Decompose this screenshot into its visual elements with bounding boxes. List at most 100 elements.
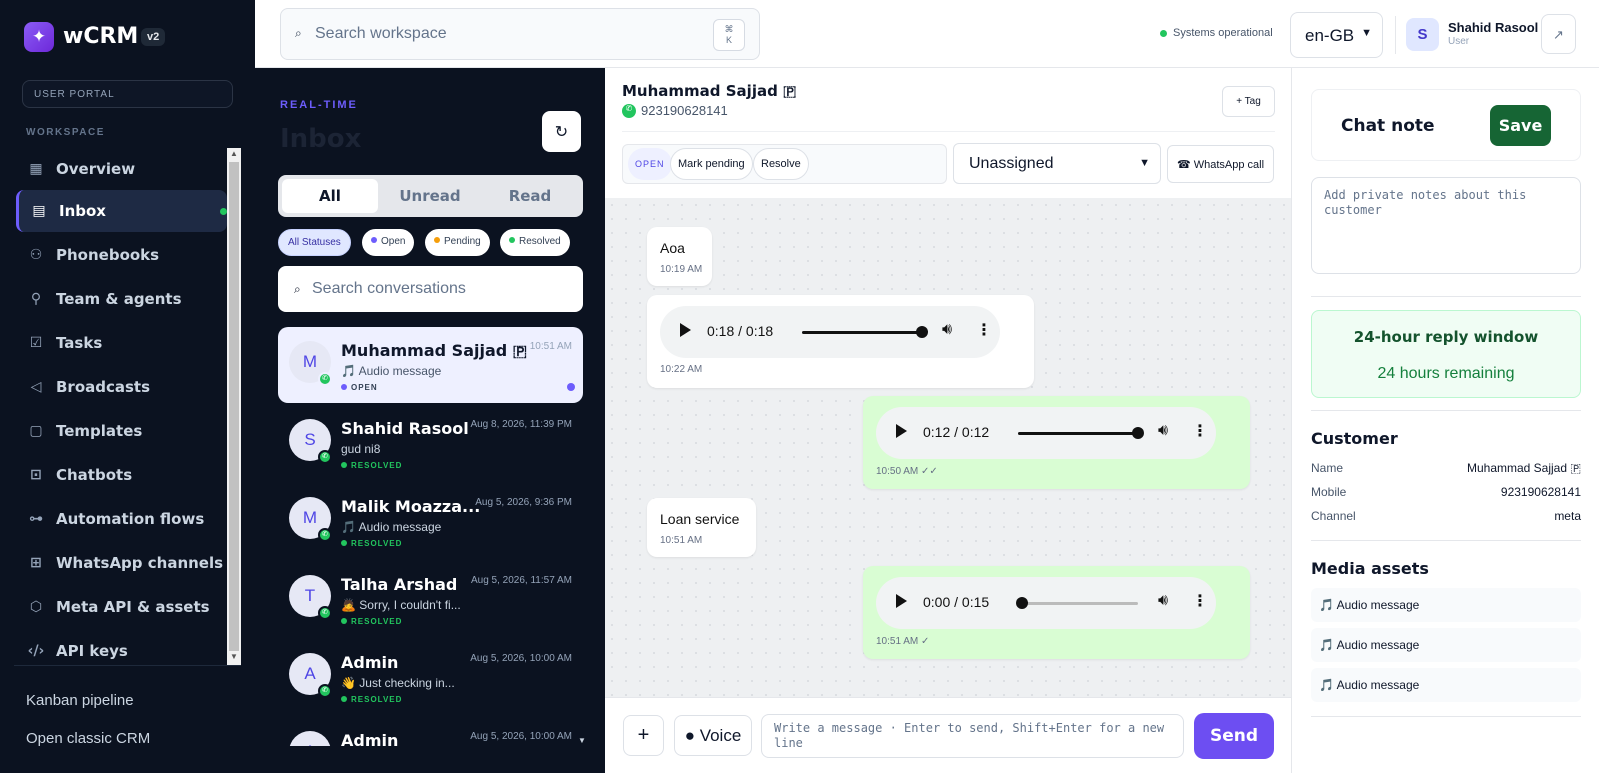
audio-player[interactable]: 0:18 / 0:18 🔊︎ ⋮ (660, 306, 1000, 358)
audio-progress-knob[interactable] (916, 326, 928, 338)
conversation-item[interactable]: A Admin Aug 5, 2026, 10:00 AM (278, 717, 583, 746)
scroll-up-icon[interactable]: ▲ (227, 149, 241, 161)
user-avatar[interactable]: S (1406, 18, 1439, 51)
status-badge: RESOLVED (341, 539, 402, 548)
classic-crm-link[interactable]: Open classic CRM (26, 730, 150, 747)
open-dot-icon (371, 237, 377, 243)
volume-icon[interactable]: 🔊︎ (942, 321, 952, 339)
audio-player[interactable]: 0:12 / 0:12 🔊︎ ⋮ (876, 407, 1216, 459)
status-badge: RESOLVED (341, 695, 402, 704)
divider (622, 131, 1275, 132)
play-icon[interactable] (896, 424, 907, 438)
chat-icon: ▤ (32, 203, 46, 219)
message-preview: 🎵 Audio message (341, 520, 442, 534)
volume-icon[interactable]: 🔊︎ (1158, 592, 1168, 610)
k-key: K (725, 35, 732, 45)
sidebar-item-chatbots[interactable]: ⊡ Chatbots (16, 454, 227, 496)
conversation-item[interactable]: A ✆ Admin 👋 Just checking in... RESOLVED … (278, 639, 583, 715)
kanban-link[interactable]: Kanban pipeline (26, 692, 134, 709)
send-button[interactable]: Send (1194, 713, 1274, 759)
chat-note-title: Chat note (1341, 116, 1435, 136)
filter-pending[interactable]: Pending (425, 229, 490, 256)
sidebar-item-meta-api[interactable]: ⬡ Meta API & assets (16, 586, 227, 628)
chevron-down-icon: ▼ (1361, 27, 1372, 39)
file-icon: ▢ (29, 423, 43, 439)
logo-icon: ✦ (24, 22, 54, 52)
voice-record-button[interactable]: ● Voice (674, 715, 752, 756)
note-textarea[interactable]: Add private notes about this customer (1311, 177, 1581, 274)
audio-progress-knob[interactable] (1016, 597, 1028, 609)
scroll-down-icon[interactable]: ▼ (227, 652, 241, 664)
inbox-eyebrow: REAL-TIME (280, 99, 358, 111)
media-asset-item[interactable]: 🎵 Audio message (1311, 628, 1581, 662)
sidebar-item-label: Phonebooks (56, 246, 160, 264)
audio-player[interactable]: 0:00 / 0:15 🔊︎ ⋮ (876, 577, 1216, 629)
mark-pending-button[interactable]: Mark pending (670, 148, 753, 180)
sidebar-item-tasks[interactable]: ☑ Tasks (16, 322, 227, 364)
workspace-search-input[interactable]: ⌕ Search workspace ⌘ K (280, 8, 760, 60)
message-input[interactable]: Write a message · Enter to send, Shift+E… (761, 714, 1184, 758)
sidebar-item-team[interactable]: ⚲ Team & agents (16, 278, 227, 320)
conversation-search-input[interactable]: ⌕ Search conversations (278, 266, 583, 312)
filter-open[interactable]: Open (362, 229, 415, 256)
message-bubble-out: 0:12 / 0:12 🔊︎ ⋮ 10:50 AM ✓✓ (863, 396, 1250, 489)
divider (1311, 296, 1581, 297)
audio-progress-knob[interactable] (1132, 427, 1144, 439)
play-icon[interactable] (680, 323, 691, 337)
refresh-icon[interactable]: ↻ (542, 111, 581, 152)
field-value: Muhammad Sajjad 🇵 (1466, 461, 1581, 475)
filter-resolved[interactable]: Resolved (500, 229, 570, 256)
portal-switcher[interactable]: USER PORTAL (22, 80, 233, 108)
divider (1311, 716, 1581, 717)
more-options-icon[interactable]: ⋮ (1192, 421, 1208, 441)
sidebar-item-broadcasts[interactable]: ◁ Broadcasts (16, 366, 227, 408)
sidebar-item-label: Broadcasts (56, 378, 151, 396)
more-options-icon[interactable]: ⋮ (976, 320, 992, 340)
cube-icon: ⬡ (29, 599, 43, 615)
conversation-list: M ✆ Muhammad Sajjad 🇵 🎵 Audio message OPE… (255, 324, 605, 746)
contact-name: Talha Arshad (341, 575, 458, 594)
language-select[interactable]: en-GB ▼ (1290, 12, 1383, 58)
scrollbar-thumb[interactable] (229, 162, 239, 651)
sidebar-item-api-keys[interactable]: ‹/› API keys (16, 630, 227, 665)
save-note-button[interactable]: Save (1490, 105, 1551, 146)
sidebar-item-whatsapp-channels[interactable]: ⊞ WhatsApp channels (16, 542, 227, 584)
audio-progress-bar[interactable] (802, 331, 922, 334)
add-tag-button[interactable]: + Tag (1222, 86, 1275, 117)
sidebar-item-templates[interactable]: ▢ Templates (16, 410, 227, 452)
conversation-item[interactable]: T ✆ Talha Arshad 🙇 Sorry, I couldn't fi..… (278, 561, 583, 637)
chat-contact-name: Muhammad Sajjad 🇵 (622, 82, 797, 100)
sidebar-scrollbar[interactable]: ▲ ▼ (227, 148, 241, 665)
media-asset-item[interactable]: 🎵 Audio message (1311, 668, 1581, 702)
more-options-icon[interactable]: ⋮ (1192, 591, 1208, 611)
search-placeholder: Search workspace (315, 25, 447, 42)
tab-read[interactable]: Read (482, 179, 578, 213)
sidebar-item-label: Team & agents (56, 290, 182, 308)
assignee-select[interactable]: Unassigned ▼ (953, 143, 1161, 184)
sidebar-item-automation[interactable]: ⊶ Automation flows (16, 498, 227, 540)
play-icon[interactable] (896, 594, 907, 608)
resolve-button[interactable]: Resolve (753, 148, 809, 180)
audio-progress-bar[interactable] (1018, 432, 1138, 435)
list-scroll-down-icon[interactable]: ▼ (578, 736, 586, 745)
filter-all-statuses[interactable]: All Statuses (278, 229, 351, 256)
message-preview: gud ni8 (341, 442, 381, 456)
conversation-item[interactable]: M ✆ Malik Moazza... 🎵 Audio message RESOL… (278, 483, 583, 559)
audio-progress-bar[interactable] (1018, 602, 1138, 605)
users-icon: ⚇ (29, 247, 43, 263)
sidebar-item-inbox[interactable]: ▤ Inbox (16, 190, 227, 232)
volume-icon[interactable]: 🔊︎ (1158, 422, 1168, 440)
whatsapp-call-button[interactable]: ☎ WhatsApp call (1167, 145, 1274, 183)
robot-icon: ⊡ (30, 467, 42, 483)
sidebar-item-phonebooks[interactable]: ⚇ Phonebooks (16, 234, 227, 276)
contact-name: Muhammad Sajjad 🇵 (341, 341, 527, 360)
sidebar-item-overview[interactable]: ▦ Overview (16, 148, 227, 190)
conversation-item[interactable]: M ✆ Muhammad Sajjad 🇵 🎵 Audio message OPE… (278, 327, 583, 403)
tab-all[interactable]: All (282, 179, 378, 213)
tab-unread[interactable]: Unread (382, 179, 478, 213)
media-section-title: Media assets (1311, 559, 1429, 578)
external-link-icon[interactable]: ↗ (1541, 14, 1576, 54)
attach-button[interactable]: + (623, 715, 664, 756)
media-asset-item[interactable]: 🎵 Audio message (1311, 588, 1581, 622)
conversation-item[interactable]: S ✆ Shahid Rasool gud ni8 RESOLVED Aug 8,… (278, 405, 583, 481)
